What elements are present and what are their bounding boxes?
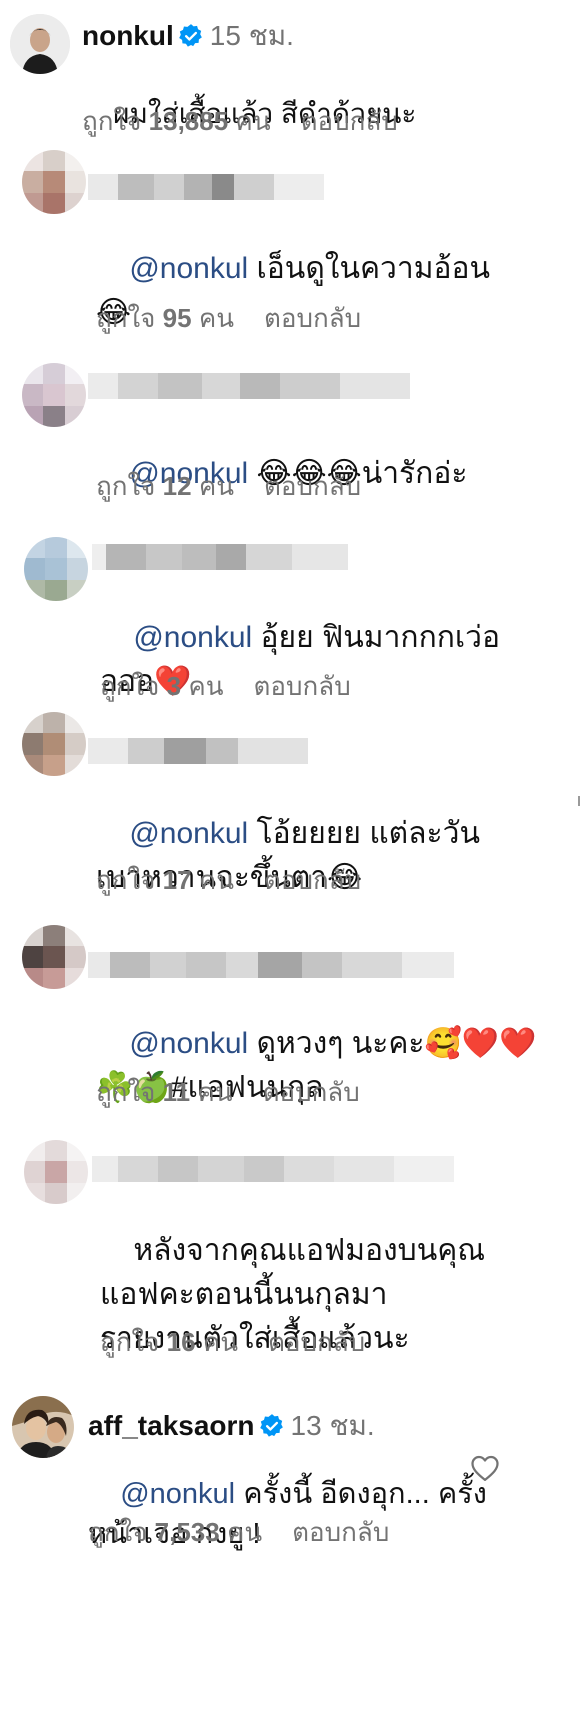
mention-link[interactable]: @nonkul <box>129 817 248 850</box>
reply-button[interactable]: ตอบกลับ <box>264 466 361 507</box>
avatar[interactable] <box>22 712 86 776</box>
mention-link[interactable]: @nonkul <box>120 1478 235 1510</box>
mention-link[interactable]: @nonkul <box>129 1027 248 1060</box>
reply-button[interactable]: ตอบกลับ <box>292 1512 389 1553</box>
like-count[interactable]: ถูกใจ 3 คน <box>100 666 224 707</box>
avatar[interactable] <box>12 1396 74 1458</box>
like-count[interactable]: ถูกใจ 95 คน <box>96 298 234 339</box>
reply-button[interactable]: ตอบกลับ <box>264 860 361 901</box>
like-count[interactable]: ถูกใจ 11 คน <box>96 1072 233 1113</box>
like-count[interactable]: ถูกใจ 12 คน <box>96 466 234 507</box>
like-count[interactable]: ถูกใจ 16 คน <box>100 1322 238 1363</box>
username-redacted <box>92 1156 454 1182</box>
verified-badge-icon <box>178 24 202 47</box>
like-count[interactable]: ถูกใจ 13,885 คน <box>82 101 271 142</box>
avatar[interactable] <box>22 925 86 989</box>
username-redacted <box>88 738 308 764</box>
avatar[interactable] <box>24 1140 88 1204</box>
comment-text: @nonkul โอ้ยยยย แต่ละวัน เบาหวานจะขึ้นตา… <box>96 768 480 944</box>
avatar[interactable] <box>24 537 88 601</box>
reply-button[interactable]: ตอบกลับ <box>264 298 361 339</box>
mention-link[interactable]: @nonkul <box>133 621 252 654</box>
username-redacted <box>92 544 348 570</box>
username-redacted <box>88 373 410 399</box>
reply-button[interactable]: ตอบกลับ <box>254 666 351 707</box>
like-count[interactable]: ถูกใจ 17 คน <box>96 860 234 901</box>
like-count[interactable]: ถูกใจ 7,533 คน <box>88 1512 262 1553</box>
comment-text: หลังจากคุณแอฟมองบนคุณ แอฟคะตอนนี้นนกุลมา… <box>100 1185 485 1405</box>
username-redacted <box>88 952 454 978</box>
avatar[interactable] <box>10 14 70 74</box>
comment-text: @nonkul เอ็นดูในความอ้อน 😂 <box>96 203 490 379</box>
comment-text: @nonkul อุ้ยย ฟินมากกกเว่อ อออ❤️ <box>100 572 500 748</box>
scroll-indicator <box>578 796 580 806</box>
username-redacted <box>88 174 324 200</box>
mention-link[interactable]: @nonkul <box>129 252 248 285</box>
avatar[interactable] <box>22 363 86 427</box>
reply-button[interactable]: ตอบกลับ <box>301 101 398 142</box>
heart-outline-icon[interactable] <box>470 1454 500 1482</box>
reply-button[interactable]: ตอบกลับ <box>263 1072 360 1113</box>
reply-button[interactable]: ตอบกลับ <box>268 1322 365 1363</box>
comment-text: @nonkul ดูหวงๆ นะคะ🥰❤️❤️ ☘️🍏#แอฟนนกุล <box>96 978 537 1154</box>
avatar[interactable] <box>22 150 86 214</box>
